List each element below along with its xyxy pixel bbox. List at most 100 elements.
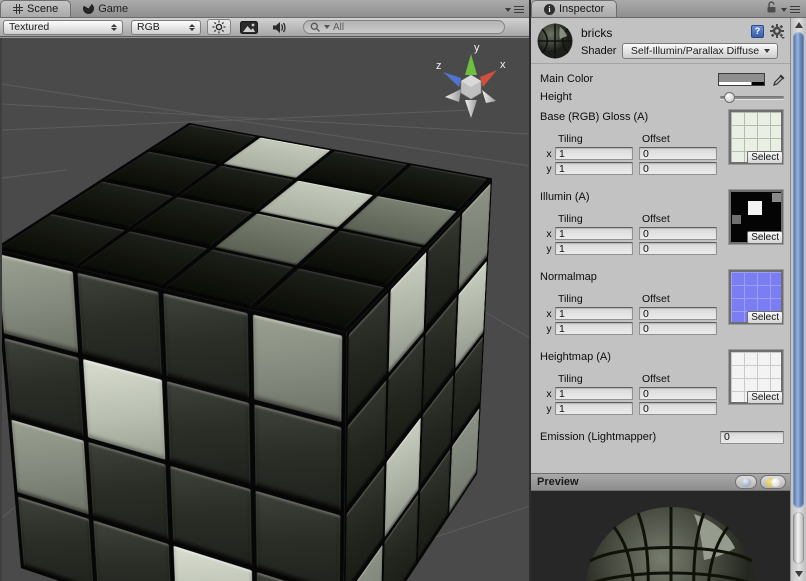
offset-header: Offset [639, 293, 723, 306]
tiling-y-input[interactable] [555, 162, 633, 175]
texture-map-section: Heightmap (A) Select Tiling Offset x y [531, 350, 790, 416]
cube [101, 180, 428, 566]
offset-x-input[interactable] [639, 387, 717, 400]
shader-label: Shader [581, 45, 616, 57]
tiling-x-input[interactable] [555, 387, 633, 400]
dropdown-caret-icon [781, 8, 787, 12]
emission-row: Emission (Lightmapper) [531, 428, 790, 446]
tab-inspector[interactable]: i Inspector [531, 0, 617, 17]
scroll-up-arrow-icon[interactable] [795, 22, 803, 28]
main-color-row: Main Color [531, 70, 790, 88]
main-color-label: Main Color [540, 73, 718, 85]
select-button[interactable]: Select [747, 151, 783, 164]
main-color-swatch[interactable] [718, 73, 765, 86]
textured-cube-object[interactable] [18, 126, 498, 581]
scene-lighting-toggle[interactable] [207, 19, 231, 35]
tiling-y-input[interactable] [555, 322, 633, 335]
offset-x-input[interactable] [639, 227, 717, 240]
offset-y-input[interactable] [639, 402, 717, 415]
gizmo-y-axis-cone [465, 54, 477, 75]
help-icon[interactable]: ? [751, 25, 764, 38]
scene-render-settings-button[interactable] [237, 19, 261, 35]
sphere-icon [742, 478, 751, 487]
gear-icon[interactable] [770, 24, 785, 39]
unity-editor-window: Scene Game Textured RGB [0, 0, 806, 581]
offset-y-input[interactable] [639, 322, 717, 335]
height-label: Height [540, 91, 720, 103]
search-filter-caret-icon [324, 25, 330, 29]
color-channel-dropdown[interactable]: RGB [131, 20, 201, 35]
scene-viewport[interactable]: y x z [0, 38, 530, 581]
speaker-icon [272, 21, 287, 34]
gizmo-x-label: x [500, 59, 506, 71]
tiling-x-input[interactable] [555, 307, 633, 320]
height-slider[interactable] [720, 91, 784, 104]
preview-viewport[interactable] [531, 491, 790, 581]
inspector-body: bricks Shader Self-Illumin/Parallax Diff… [531, 18, 790, 473]
tiling-x-input[interactable] [555, 227, 633, 240]
texture-map-section: Base (RGB) Gloss (A) Select Tiling Offse… [531, 110, 790, 176]
texture-map-section: Illumin (A) Select Tiling Offset x y [531, 190, 790, 256]
scene-toolbar: Textured RGB [0, 18, 530, 37]
scene-grid-icon [13, 4, 23, 14]
light-off-icon [771, 478, 780, 487]
gizmo-neg-x-cone [482, 90, 496, 103]
dropdown-caret-icon [505, 8, 511, 12]
search-icon [310, 22, 321, 33]
search-placeholder: All [333, 22, 344, 33]
menu-lines-icon [514, 6, 524, 13]
axis-x-label: x [543, 148, 555, 160]
preview-mesh-button[interactable] [735, 475, 757, 489]
axis-y-label: y [543, 243, 555, 255]
axis-x-label: x [543, 228, 555, 240]
preview-panel: Preview [531, 473, 790, 581]
offset-y-input[interactable] [639, 242, 717, 255]
select-button[interactable]: Select [747, 391, 783, 404]
inspector-scrollbar[interactable] [790, 18, 806, 581]
tab-game[interactable]: Game [71, 0, 140, 17]
lock-open-icon[interactable] [766, 1, 777, 13]
updown-arrows-icon [189, 24, 195, 31]
preview-scrollbar-thumb[interactable] [793, 512, 804, 564]
emission-label: Emission (Lightmapper) [540, 431, 720, 443]
offset-x-input[interactable] [639, 307, 717, 320]
dropdown-caret-icon [764, 49, 770, 53]
emission-input[interactable] [720, 431, 784, 444]
tab-game-label: Game [98, 3, 128, 15]
tiling-header: Tiling [555, 133, 639, 146]
texture-thumbnail[interactable]: Select [729, 270, 783, 324]
info-icon: i [544, 4, 555, 15]
tab-scene-label: Scene [27, 3, 58, 15]
render-mode-dropdown[interactable]: Textured [3, 20, 123, 35]
preview-header[interactable]: Preview [531, 473, 790, 491]
shader-dropdown[interactable]: Self-Illumin/Parallax Diffuse [622, 43, 778, 59]
offset-y-input[interactable] [639, 162, 717, 175]
texture-thumbnail[interactable]: Select [729, 190, 783, 244]
offset-header: Offset [639, 373, 723, 386]
material-name: bricks [581, 26, 778, 40]
scrollbar-thumb[interactable] [793, 32, 804, 508]
preview-lighting-button[interactable] [760, 475, 786, 489]
scene-orientation-gizmo[interactable]: y x z [430, 42, 514, 120]
select-button[interactable]: Select [747, 311, 783, 324]
gizmo-x-axis-cone [480, 70, 497, 87]
scroll-down-arrow-icon[interactable] [795, 571, 803, 577]
inspector-panel-menu[interactable] [781, 6, 806, 17]
eyedropper-icon[interactable] [773, 73, 786, 86]
scene-panel-menu[interactable] [505, 6, 530, 17]
tab-scene[interactable]: Scene [0, 0, 71, 17]
scene-audio-toggle[interactable] [267, 19, 291, 35]
texture-thumbnail[interactable]: Select [729, 350, 783, 404]
material-header: bricks Shader Self-Illumin/Parallax Diff… [531, 18, 790, 64]
offset-x-input[interactable] [639, 147, 717, 160]
select-button[interactable]: Select [747, 231, 783, 244]
tab-inspector-label: Inspector [559, 3, 604, 15]
tiling-x-input[interactable] [555, 147, 633, 160]
tiling-y-input[interactable] [555, 242, 633, 255]
axis-x-label: x [543, 308, 555, 320]
preview-label: Preview [537, 476, 579, 488]
tiling-y-input[interactable] [555, 402, 633, 415]
slider-knob[interactable] [724, 92, 735, 103]
texture-thumbnail[interactable]: Select [729, 110, 783, 164]
scene-search-field[interactable]: All [303, 20, 505, 34]
